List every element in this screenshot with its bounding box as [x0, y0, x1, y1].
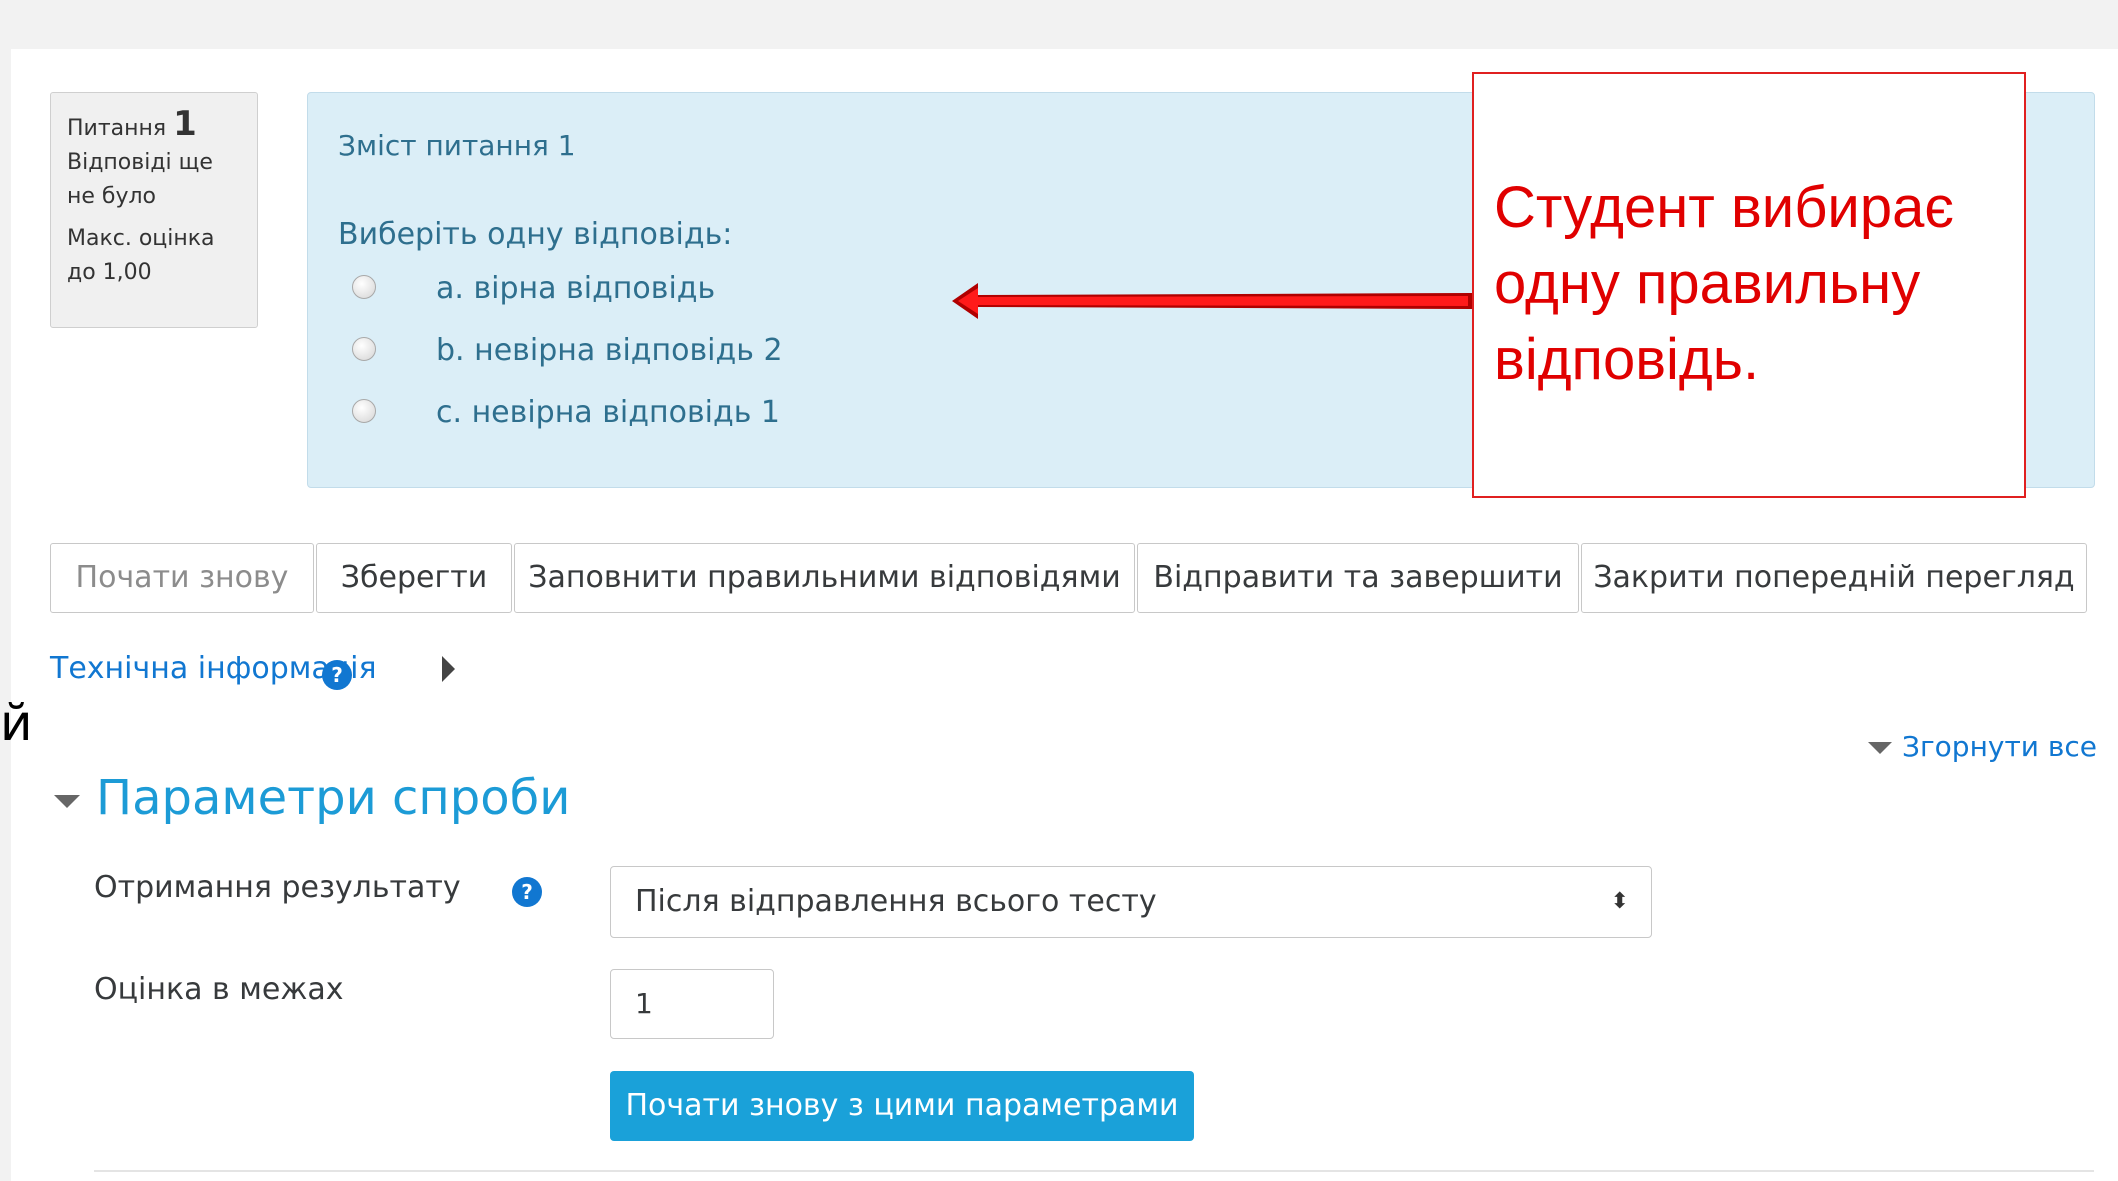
question-prompt: Виберіть одну відповідь:	[338, 217, 733, 252]
question-title: Зміст питання 1	[338, 129, 576, 162]
restart-button[interactable]: Почати знову	[50, 543, 314, 613]
question-max-grade: Макс. оцінка до 1,00	[67, 226, 215, 285]
question-info-box: Питання 1 Відповіді ще не було Макс. оці…	[50, 92, 258, 328]
answer-option-label: b. невірна відповідь 2	[436, 333, 783, 368]
help-icon[interactable]: ?	[512, 877, 542, 907]
question-label: Питання	[67, 116, 167, 141]
fill-correct-button[interactable]: Заповнити правильними відповідями	[514, 543, 1135, 613]
result-select[interactable]: Після відправлення всього тесту ⬍	[610, 866, 1652, 938]
expand-arrow-icon[interactable]	[442, 656, 455, 682]
question-status: Відповіді ще не було	[67, 150, 213, 209]
callout-line: одну правильну	[1494, 251, 1921, 316]
section-title: Параметри спроби	[96, 770, 571, 826]
collapse-triangle-icon	[1868, 742, 1892, 754]
close-preview-button[interactable]: Закрити попередній перегляд	[1581, 543, 2087, 613]
radio-button[interactable]	[352, 399, 376, 423]
annotation-arrow-icon	[952, 283, 1472, 319]
restart-with-params-button[interactable]: Почати знову з цими параметрами	[610, 1071, 1194, 1141]
select-arrows-icon: ⬍	[1610, 889, 1629, 914]
attempt-options-section-header[interactable]: Параметри спроби	[54, 770, 570, 826]
result-field-label: Отримання результату	[94, 870, 461, 905]
save-button[interactable]: Зберегти	[316, 543, 512, 613]
annotation-callout: Студент вибирає одну правильну відповідь…	[1472, 72, 2026, 498]
question-number: 1	[173, 104, 197, 144]
radio-button[interactable]	[352, 275, 376, 299]
radio-button[interactable]	[352, 337, 376, 361]
result-select-value: Після відправлення всього тесту	[635, 884, 1157, 919]
divider	[94, 1170, 2094, 1172]
answer-option-label: c. невірна відповідь 1	[436, 395, 781, 430]
help-icon[interactable]: ?	[322, 660, 352, 690]
callout-line: відповідь.	[1494, 327, 1760, 392]
grade-field-label: Оцінка в межах	[94, 972, 344, 1007]
collapse-all-label: Згорнути все	[1902, 730, 2097, 763]
collapse-all-link[interactable]: Згорнути все	[1868, 730, 2097, 763]
callout-line: Студент вибирає	[1494, 175, 1954, 240]
section-triangle-icon	[54, 794, 80, 808]
grade-input[interactable]: 1	[610, 969, 774, 1039]
submit-finish-button[interactable]: Відправити та завершити	[1137, 543, 1579, 613]
edge-text-fragment: й	[0, 694, 33, 752]
answer-option-label: a. вірна відповідь	[436, 271, 716, 306]
